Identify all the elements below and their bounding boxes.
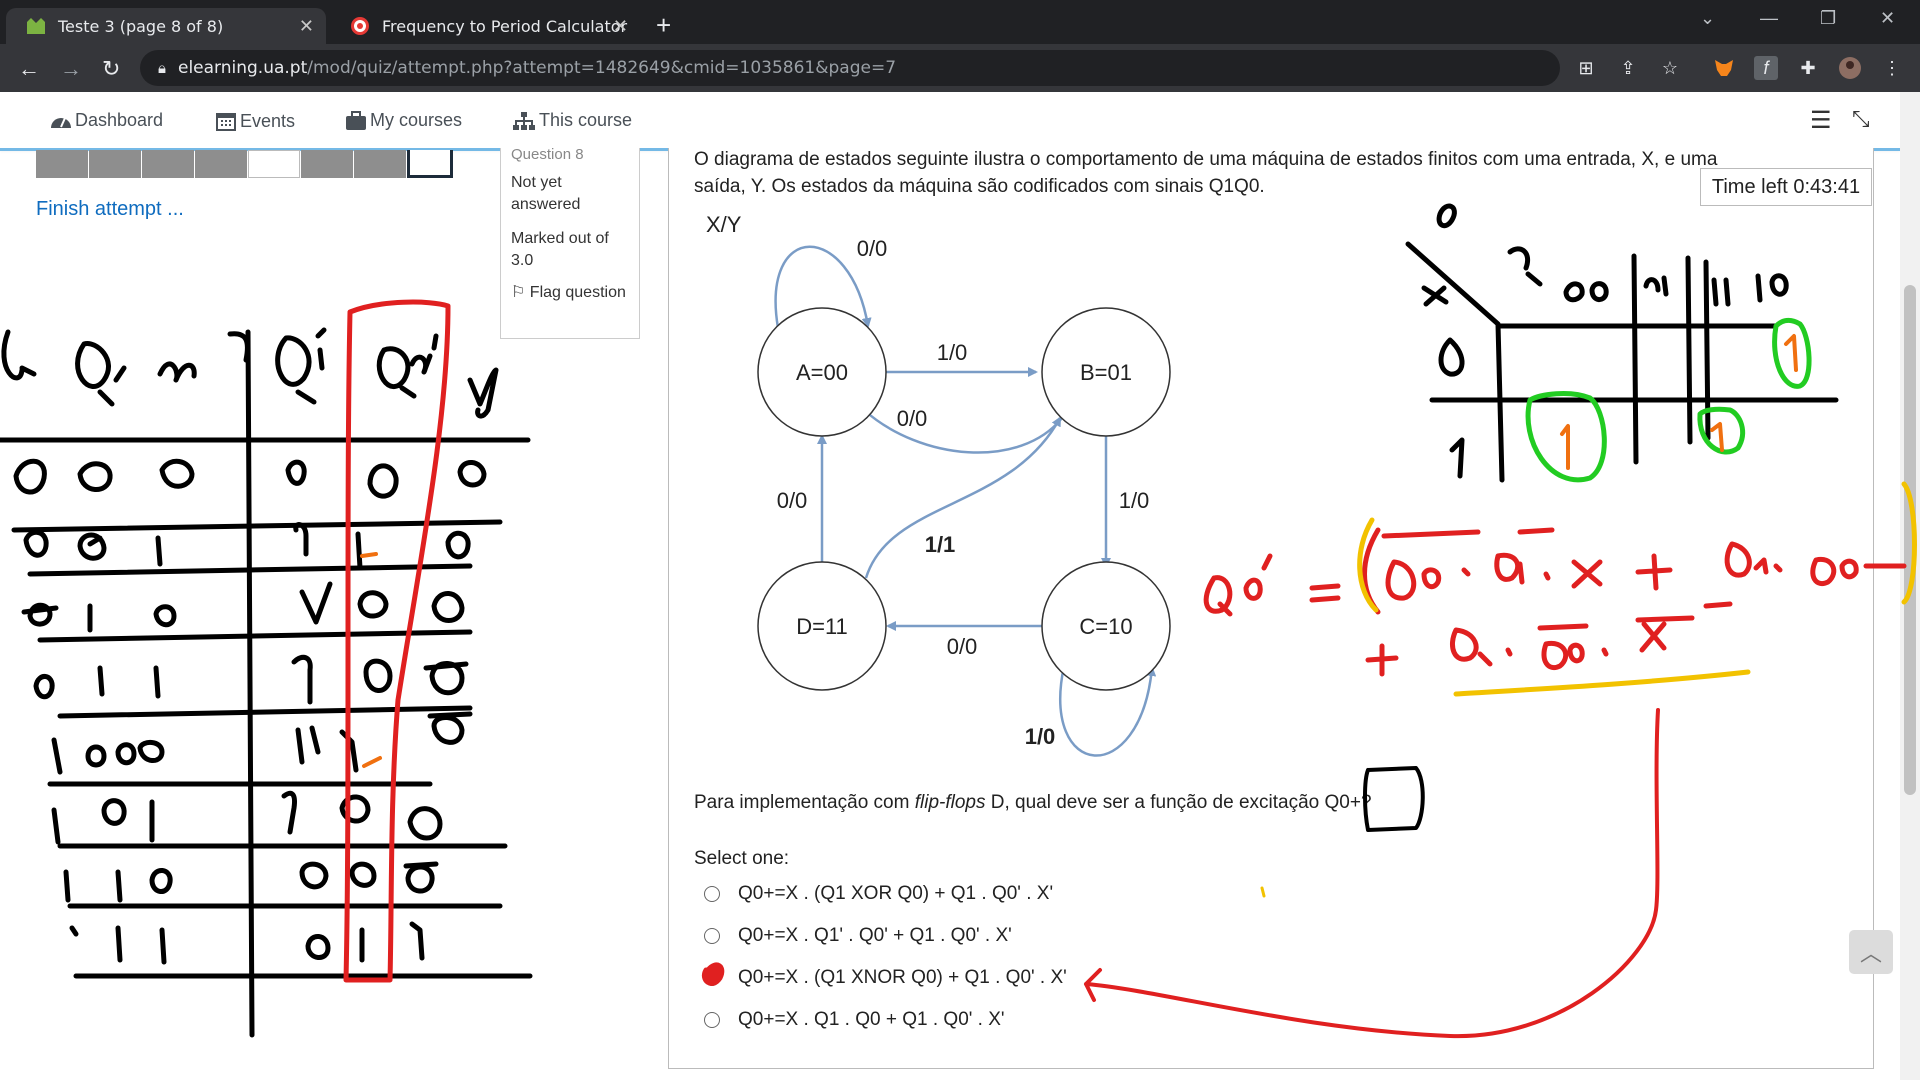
- nav-dashboard[interactable]: Dashboard: [50, 110, 163, 131]
- answer-option[interactable]: Q0+=X . Q1 . Q0 + Q1 . Q0' . X': [704, 1009, 1005, 1031]
- nav-my-courses-label: My courses: [370, 110, 463, 130]
- quiz-nav-button[interactable]: [195, 150, 247, 178]
- question-status: Not yet answered: [511, 174, 581, 213]
- answer-option-label: Q0+=X . Q1 . Q0 + Q1 . Q0' . X': [738, 1009, 1005, 1030]
- answer-option[interactable]: Q0+=X . Q1' . Q0' + Q1 . Q0' . X': [704, 925, 1012, 947]
- prompt-em: flip-flops: [914, 792, 986, 813]
- prompt-post: D, qual deve ser a função de excitação Q…: [985, 792, 1372, 813]
- quiz-nav-button[interactable]: [142, 150, 194, 178]
- quiz-nav-button[interactable]: [301, 150, 353, 178]
- reload-icon[interactable]: ↻: [102, 56, 120, 82]
- nav-events-label: Events: [240, 110, 296, 131]
- quiz-nav-button[interactable]: [248, 150, 300, 178]
- close-tab-icon[interactable]: ✕: [299, 16, 314, 37]
- radio-button[interactable]: [704, 928, 720, 944]
- dashboard-icon: [51, 117, 71, 128]
- fullscreen-exit-icon[interactable]: ⤡: [1852, 106, 1870, 132]
- question-text: O diagrama de estados seguinte ilustra o…: [694, 146, 1824, 200]
- answer-option-label: Q0+=X . (Q1 XNOR Q0) + Q1 . Q0' . X': [738, 967, 1067, 988]
- lock-icon: 🔒︎: [158, 59, 166, 77]
- sitemap-icon: [513, 111, 535, 130]
- quiz-timer: Time left 0:43:41: [1700, 168, 1872, 206]
- formula-extension-icon[interactable]: f: [1754, 56, 1778, 80]
- briefcase-icon: [346, 110, 366, 130]
- quiz-nav-button-current[interactable]: [407, 150, 453, 178]
- close-tab-icon[interactable]: ✕: [613, 16, 628, 37]
- target-favicon-icon: [350, 16, 370, 36]
- tab-quiz[interactable]: Teste 3 (page 8 of 8) ✕: [6, 8, 326, 44]
- close-window-icon[interactable]: ✕: [1880, 8, 1895, 29]
- radio-button[interactable]: [704, 1012, 720, 1028]
- quiz-nav-button[interactable]: [89, 150, 141, 178]
- new-tab-icon[interactable]: +: [656, 10, 671, 41]
- flag-question-label: Flag question: [529, 284, 626, 301]
- chevron-up-icon: ︿: [1859, 941, 1882, 966]
- forward-icon[interactable]: →: [60, 56, 82, 82]
- extensions-puzzle-icon[interactable]: ✚: [1796, 56, 1820, 80]
- profile-avatar-icon[interactable]: [1838, 56, 1862, 80]
- flag-icon: ⚐: [511, 284, 526, 301]
- answer-option-label: Q0+=X . (Q1 XOR Q0) + Q1 . Q0' . X': [738, 883, 1054, 904]
- answer-option[interactable]: Q0+=X . (Q1 XNOR Q0) + Q1 . Q0' . X': [704, 967, 1067, 989]
- url-field[interactable]: 🔒︎ elearning.ua.pt /mod/quiz/attempt.php…: [140, 50, 1560, 86]
- metamask-icon[interactable]: [1712, 56, 1736, 80]
- finish-attempt-link[interactable]: Finish attempt ...: [36, 198, 184, 221]
- answer-option[interactable]: Q0+=X . (Q1 XOR Q0) + Q1 . Q0' . X': [704, 883, 1053, 905]
- question-text-line2: saída, Y. Os estados da máquina são codi…: [694, 176, 1265, 197]
- question-text-line1: O diagrama de estados seguinte ilustra o…: [694, 149, 1718, 170]
- tab-search-icon[interactable]: ⌄: [1700, 8, 1715, 29]
- quiz-nav-button[interactable]: [354, 150, 406, 178]
- translate-icon[interactable]: ⊞: [1574, 56, 1598, 80]
- question-prompt: Para implementação com flip-flops D, qua…: [694, 792, 1372, 814]
- nav-my-courses[interactable]: My courses: [345, 110, 462, 131]
- drawer-toggle-icon[interactable]: ☰: [1810, 106, 1832, 135]
- address-bar-row: ← → ↻ 🔒︎ elearning.ua.pt /mod/quiz/attem…: [0, 44, 1920, 92]
- question-number: Question 8: [511, 146, 584, 163]
- chrome-menu-icon[interactable]: ⋮: [1880, 56, 1904, 80]
- scrollbar-thumb[interactable]: [1904, 285, 1916, 795]
- browser-tab-bar: Teste 3 (page 8 of 8) ✕ Frequency to Per…: [0, 0, 1920, 44]
- tab-frequency[interactable]: Frequency to Period Calculator ✕: [330, 8, 640, 44]
- nav-dashboard-label: Dashboard: [75, 110, 164, 130]
- select-one-label: Select one:: [694, 848, 790, 869]
- answer-option-label: Q0+=X . Q1' . Q0' + Q1 . Q0' . X': [738, 925, 1012, 946]
- moodle-favicon-icon: [26, 16, 46, 36]
- restore-icon[interactable]: ❐: [1820, 8, 1836, 29]
- question-info-box: Question 8 Not yet answered Marked out o…: [500, 146, 640, 339]
- share-icon[interactable]: ⇪: [1616, 56, 1640, 80]
- minimize-icon[interactable]: —: [1760, 8, 1778, 29]
- quiz-nav-button[interactable]: [36, 150, 88, 178]
- url-path: /mod/quiz/attempt.php?attempt=1482649&cm…: [307, 58, 897, 78]
- nav-this-course[interactable]: This course: [512, 110, 632, 131]
- radio-button[interactable]: [704, 886, 720, 902]
- tab-title: Frequency to Period Calculator: [382, 16, 628, 36]
- back-icon[interactable]: ←: [18, 56, 40, 82]
- back-to-top-button[interactable]: ︿: [1849, 930, 1893, 974]
- nav-this-course-label: This course: [539, 110, 633, 130]
- nav-events[interactable]: Events: [215, 110, 295, 132]
- red-column-highlight: [343, 299, 451, 983]
- flag-question-link[interactable]: ⚐ Flag question: [511, 282, 631, 304]
- radio-button[interactable]: [704, 970, 720, 986]
- bookmark-star-icon[interactable]: ☆: [1658, 56, 1682, 80]
- question-marks: Marked out of 3.0: [511, 230, 609, 269]
- url-host: elearning.ua.pt: [177, 58, 308, 78]
- prompt-pre: Para implementação com: [694, 792, 915, 813]
- orange-mark: [360, 552, 382, 768]
- tab-title: Teste 3 (page 8 of 8): [58, 16, 224, 36]
- calendar-icon: [216, 113, 236, 131]
- handwritten-truth-table: [0, 327, 533, 1038]
- site-navbar: Dashboard Events My courses This course …: [0, 92, 1900, 149]
